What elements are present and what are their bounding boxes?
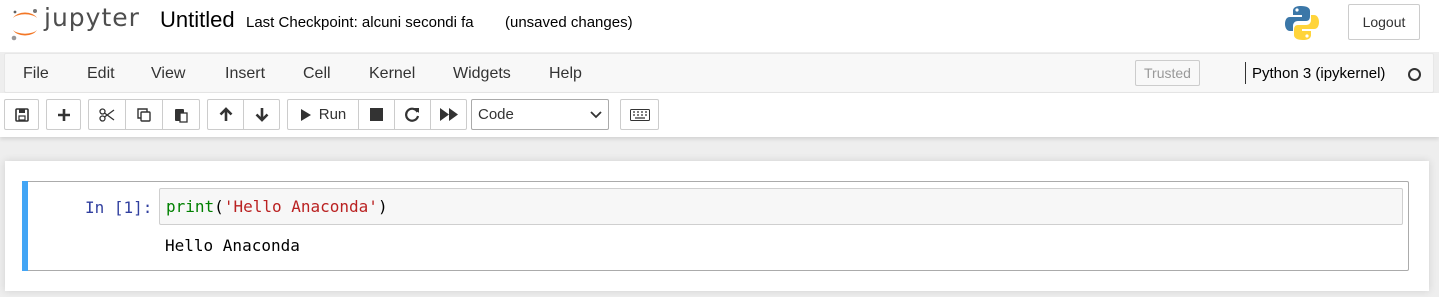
interrupt-button[interactable] bbox=[358, 99, 395, 130]
copy-button[interactable] bbox=[125, 99, 163, 130]
logout-button[interactable]: Logout bbox=[1348, 4, 1420, 40]
kernel-name[interactable]: Python 3 (ipykernel) bbox=[1252, 65, 1385, 82]
scissors-icon bbox=[99, 107, 115, 122]
checkpoint-status: Last Checkpoint: alcuni secondi fa bbox=[246, 14, 474, 31]
fast-forward-icon bbox=[439, 108, 458, 121]
floppy-icon bbox=[14, 107, 29, 122]
paste-button[interactable] bbox=[162, 99, 200, 130]
cut-button[interactable] bbox=[88, 99, 126, 130]
menu-kernel[interactable]: Kernel bbox=[369, 65, 415, 83]
command-palette-button[interactable] bbox=[620, 99, 659, 130]
code-paren-open: ( bbox=[214, 197, 224, 216]
header: jupyter Untitled Last Checkpoint: alcuni… bbox=[0, 0, 1439, 52]
menu-help[interactable]: Help bbox=[549, 65, 582, 83]
stop-icon bbox=[370, 108, 383, 121]
plus-icon bbox=[57, 108, 70, 121]
paste-icon bbox=[175, 108, 188, 123]
arrow-down-icon bbox=[255, 108, 268, 122]
menu-view[interactable]: View bbox=[151, 65, 185, 83]
keyboard-icon bbox=[629, 108, 650, 121]
run-button[interactable]: Run bbox=[287, 99, 359, 130]
insert-cell-button[interactable] bbox=[46, 99, 81, 130]
arrow-up-icon bbox=[219, 107, 232, 121]
input-prompt: In [1]: bbox=[85, 198, 153, 217]
move-up-button[interactable] bbox=[207, 99, 244, 130]
play-icon bbox=[300, 108, 311, 121]
menu-file[interactable]: File bbox=[23, 65, 49, 83]
cell-type-select[interactable]: Code bbox=[471, 99, 609, 130]
menu-edit[interactable]: Edit bbox=[87, 65, 115, 83]
autosave-status: (unsaved changes) bbox=[505, 14, 633, 31]
copy-icon bbox=[137, 107, 151, 122]
restart-run-all-button[interactable] bbox=[430, 99, 467, 130]
save-button[interactable] bbox=[4, 99, 39, 130]
move-down-button[interactable] bbox=[243, 99, 280, 130]
toolbar: Run Code bbox=[0, 93, 1439, 137]
notebook-name[interactable]: Untitled bbox=[160, 7, 235, 33]
chevron-down-icon bbox=[590, 111, 602, 119]
code-input[interactable]: print('Hello Anaconda') bbox=[159, 188, 1403, 225]
run-label: Run bbox=[318, 106, 347, 123]
restart-icon bbox=[405, 107, 420, 122]
kernel-divider bbox=[1245, 62, 1246, 84]
menu-insert[interactable]: Insert bbox=[225, 65, 265, 83]
jupyter-logo-icon[interactable] bbox=[8, 6, 42, 42]
menubar: File Edit View Insert Cell Kernel Widget… bbox=[4, 53, 1434, 93]
cell-output: Hello Anaconda bbox=[165, 236, 300, 255]
cell-type-value: Code bbox=[478, 106, 514, 123]
code-function: print bbox=[166, 197, 215, 216]
code-cell[interactable]: In [1]: print('Hello Anaconda') Hello An… bbox=[22, 181, 1409, 271]
cell-selection-bar bbox=[22, 181, 28, 271]
jupyter-logo-text[interactable]: jupyter bbox=[44, 3, 140, 32]
notebook-container: In [1]: print('Hello Anaconda') Hello An… bbox=[5, 161, 1429, 291]
menu-cell[interactable]: Cell bbox=[303, 65, 331, 83]
code-string: 'Hello Anaconda' bbox=[223, 197, 378, 216]
kernel-idle-icon bbox=[1408, 68, 1421, 81]
code-paren-close: ) bbox=[377, 197, 388, 216]
restart-button[interactable] bbox=[394, 99, 431, 130]
trusted-indicator[interactable]: Trusted bbox=[1135, 60, 1200, 86]
menu-widgets[interactable]: Widgets bbox=[453, 65, 511, 83]
python-logo-icon bbox=[1285, 6, 1319, 40]
